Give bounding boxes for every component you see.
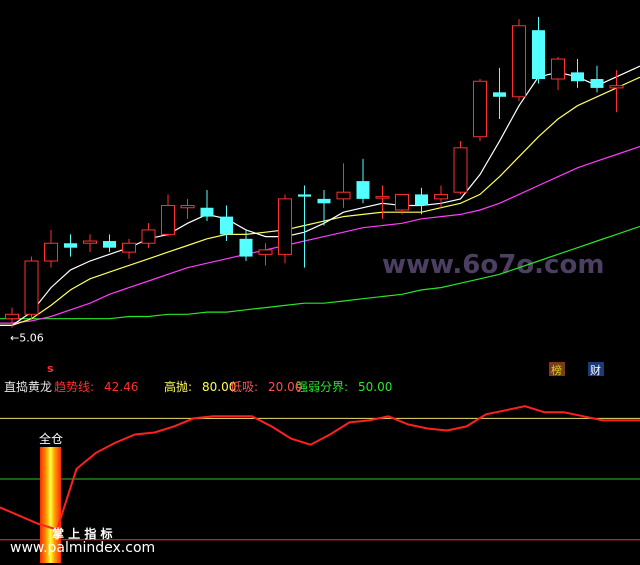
candle-body-down — [590, 79, 604, 88]
candle-body-up — [551, 58, 565, 80]
stock-chart-svg: www.6o7o.com←5.06s 榜财直捣黄龙 趋势线: 42.46 高抛: 80.0… — [0, 16, 640, 563]
legend-value: 42.46 — [104, 380, 138, 394]
candle-body-up — [395, 193, 409, 211]
candle-body-up — [44, 242, 58, 262]
chart-stage: www.6o7o.com ←5.06 s 榜财直捣黄龙 趋势线: 42.46 高抛: 80.0… — [0, 0, 640, 565]
candle-body-up — [5, 313, 19, 320]
full-position-label: 全仓 — [39, 431, 63, 446]
candle-body-up — [180, 205, 195, 209]
candle-body-down — [493, 92, 506, 97]
candle-body-down — [220, 216, 233, 235]
candle-body-up — [336, 191, 351, 200]
candle-body-up — [161, 205, 175, 235]
candle-body-down — [64, 243, 77, 248]
trend-line — [0, 405, 640, 531]
candle-body-down — [298, 194, 311, 197]
candle-body-down — [317, 198, 331, 204]
legend-label: 趋势线: — [54, 380, 94, 394]
ma20-line — [0, 145, 640, 324]
candle-body-down — [415, 194, 428, 206]
candle-body-up — [473, 80, 487, 138]
candle-body-up — [453, 147, 468, 193]
candle-body-up — [24, 260, 39, 315]
bottom-caption: 掌 上 指 标 — [52, 526, 113, 541]
candle-body-up — [609, 85, 624, 89]
ma5-line — [0, 65, 640, 326]
footer-url: www.palmindex.com — [10, 540, 155, 556]
legend-label: 低吸: — [230, 380, 258, 394]
indicator-name: 直捣黄龙 — [4, 379, 52, 394]
candle-body-down — [103, 241, 116, 248]
legend-value: 50.00 — [358, 380, 392, 394]
candle-body-up — [278, 198, 292, 255]
legend-label: 高抛: — [164, 379, 192, 394]
candle-body-down — [532, 30, 545, 80]
signal-marker: s — [47, 362, 54, 375]
candle-body-up — [375, 196, 390, 199]
candle-body-up — [258, 249, 273, 255]
candle-body-up — [512, 25, 526, 98]
candle-body-up — [141, 229, 156, 244]
candle-body-down — [239, 238, 253, 257]
candle-body-up — [83, 240, 97, 244]
badge-text: 榜 — [551, 363, 562, 377]
candle-body-down — [356, 181, 370, 199]
candle-body-down — [571, 72, 584, 82]
legend-label: 强弱分界: — [296, 380, 348, 394]
candle-body-up — [434, 193, 448, 200]
candle-body-up — [122, 242, 136, 253]
candle-body-down — [200, 207, 214, 217]
low-price-marker: ←5.06 — [10, 332, 44, 345]
badge-text: 财 — [590, 363, 601, 377]
